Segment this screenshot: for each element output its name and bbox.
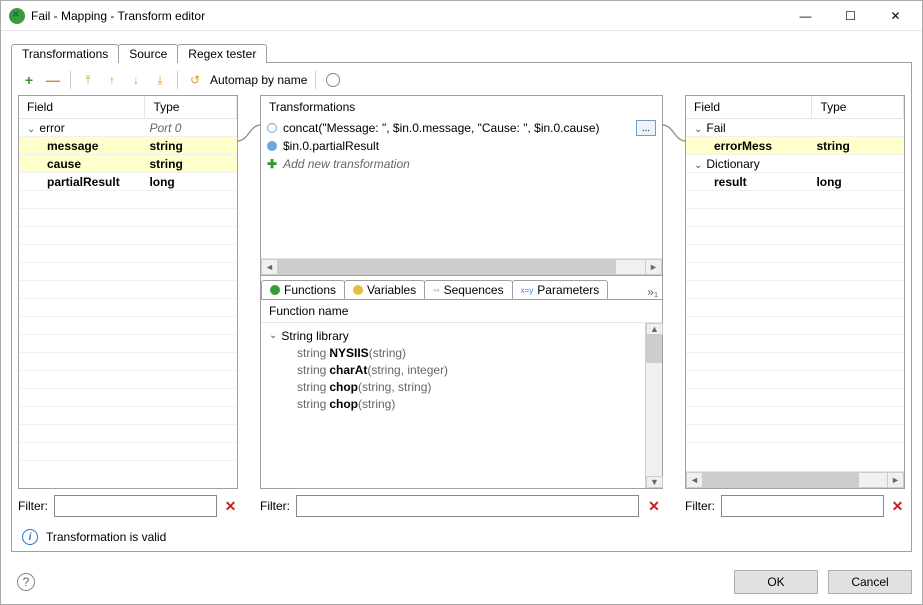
filter-label: Filter: xyxy=(685,499,715,513)
move-up-icon[interactable]: ↑ xyxy=(103,71,121,89)
transformations-header: Transformations xyxy=(261,96,662,119)
cancel-button[interactable]: Cancel xyxy=(828,570,912,594)
edit-expression-button[interactable]: ... xyxy=(636,120,656,136)
add-transformation[interactable]: ✚ Add new transformation xyxy=(261,155,662,173)
tree-row: causestring xyxy=(19,155,237,173)
wire-right xyxy=(663,95,685,517)
tab-regex-tester[interactable]: Regex tester xyxy=(177,44,267,63)
ok-button[interactable]: OK xyxy=(734,570,818,594)
output-fields-panel: Field Type ⌄Fail errorMessstring ⌄Dictio… xyxy=(685,95,905,489)
clear-filter-icon[interactable]: ✕ xyxy=(645,498,663,515)
expander-icon[interactable]: ⌄ xyxy=(269,330,277,341)
expander-icon[interactable]: ⌄ xyxy=(694,124,702,135)
scroll-left-icon: ◄ xyxy=(686,472,703,488)
separator xyxy=(177,71,178,89)
help-icon[interactable]: ? xyxy=(17,573,35,591)
transformation-item[interactable]: concat("Message: ", $in.0.message, "Caus… xyxy=(261,119,662,137)
function-row: stringcharAt(string, integer) xyxy=(269,361,637,378)
add-icon: ✚ xyxy=(267,157,277,171)
tree-row: partialResultlong xyxy=(19,173,237,191)
function-header: Function name xyxy=(261,300,662,323)
remove-icon[interactable]: — xyxy=(44,71,62,89)
window: Fail - Mapping - Transform editor — ☐ ✕ … xyxy=(0,0,923,605)
tab-variables[interactable]: Variables xyxy=(344,280,425,299)
app-icon xyxy=(9,8,25,24)
close-button[interactable]: ✕ xyxy=(873,1,918,30)
settings-icon[interactable] xyxy=(324,71,342,89)
scroll-left-icon: ◄ xyxy=(261,259,278,275)
wire-left xyxy=(238,95,260,517)
filter-label: Filter: xyxy=(260,499,290,513)
move-bottom-icon[interactable]: ⤓ xyxy=(151,71,169,89)
tree-row: errorMessstring xyxy=(686,137,904,155)
tab-transformations[interactable]: Transformations xyxy=(11,44,119,63)
output-tree[interactable]: ⌄Fail errorMessstring ⌄Dictionary result… xyxy=(686,119,904,471)
col-type[interactable]: Type xyxy=(812,96,904,118)
expander-icon[interactable]: ⌄ xyxy=(694,160,702,171)
move-top-icon[interactable]: ⤒ xyxy=(79,71,97,89)
transformations-panel: Transformations concat("Message: ", $in.… xyxy=(260,95,663,489)
input-tree[interactable]: ⌄error Port 0 messagestring causestring … xyxy=(19,119,237,488)
scroll-right-icon: ► xyxy=(887,472,904,488)
automap-label[interactable]: Automap by name xyxy=(210,73,307,87)
clear-filter-icon[interactable]: ✕ xyxy=(223,498,238,515)
function-row: stringchop(string) xyxy=(269,395,637,412)
info-icon: i xyxy=(22,529,38,545)
maximize-button[interactable]: ☐ xyxy=(828,1,873,30)
status-bar: i Transformation is valid xyxy=(18,517,905,545)
scroll-up-icon: ▲ xyxy=(646,323,663,335)
move-down-icon[interactable]: ↓ xyxy=(127,71,145,89)
h-scrollbar[interactable]: ◄ ► xyxy=(686,471,904,488)
tree-row: resultlong xyxy=(686,173,904,191)
v-scrollbar[interactable]: ▲ ▼ xyxy=(645,323,662,488)
separator xyxy=(70,71,71,89)
scroll-right-icon: ► xyxy=(645,259,662,275)
window-title: Fail - Mapping - Transform editor xyxy=(31,9,783,23)
toolbar: + — ⤒ ↑ ↓ ⤓ ↺ Automap by name xyxy=(18,69,905,95)
titlebar: Fail - Mapping - Transform editor — ☐ ✕ xyxy=(1,1,922,31)
h-scrollbar[interactable]: ◄ ► xyxy=(261,258,662,275)
tab-panel: + — ⤒ ↑ ↓ ⤓ ↺ Automap by name Field xyxy=(11,62,912,552)
clear-filter-icon[interactable]: ✕ xyxy=(890,498,905,515)
input-fields-panel: Field Type ⌄error Port 0 messagestring c… xyxy=(18,95,238,489)
tab-sequences[interactable]: ◦◦Sequences xyxy=(424,280,512,299)
tree-root: ⌄Dictionary xyxy=(686,155,904,173)
status-text: Transformation is valid xyxy=(46,530,166,544)
tree-root: ⌄Fail xyxy=(686,119,904,137)
tabstrip: Transformations Source Regex tester xyxy=(11,41,912,63)
col-field[interactable]: Field xyxy=(686,96,812,118)
more-tabs-icon[interactable]: »₁ xyxy=(643,285,662,299)
separator xyxy=(315,71,316,89)
tab-parameters[interactable]: x=yParameters xyxy=(512,280,609,299)
expander-icon[interactable]: ⌄ xyxy=(27,124,35,135)
filter-label: Filter: xyxy=(18,499,48,513)
tab-source[interactable]: Source xyxy=(118,44,178,63)
transformation-item[interactable]: $in.0.partialResult xyxy=(261,137,662,155)
scroll-down-icon: ▼ xyxy=(646,476,663,488)
minimize-button[interactable]: — xyxy=(783,1,828,30)
subtabs: Functions Variables ◦◦Sequences x=yParam… xyxy=(261,276,662,300)
filter-input-mid[interactable] xyxy=(296,495,639,517)
filter-input-left[interactable] xyxy=(54,495,217,517)
tab-functions[interactable]: Functions xyxy=(261,280,345,299)
col-type[interactable]: Type xyxy=(145,96,237,118)
function-list[interactable]: ⌄String library stringNYSIIS(string) str… xyxy=(261,323,645,488)
automap-icon[interactable]: ↺ xyxy=(186,71,204,89)
add-icon[interactable]: + xyxy=(20,71,38,89)
function-row: stringchop(string, string) xyxy=(269,378,637,395)
col-field[interactable]: Field xyxy=(19,96,145,118)
transformation-list[interactable]: concat("Message: ", $in.0.message, "Caus… xyxy=(261,119,662,258)
filter-input-right[interactable] xyxy=(721,495,884,517)
tree-root: ⌄error Port 0 xyxy=(19,119,237,137)
tree-row: messagestring xyxy=(19,137,237,155)
bullet-icon xyxy=(267,141,277,151)
function-row: stringNYSIIS(string) xyxy=(269,344,637,361)
bullet-icon xyxy=(267,123,277,133)
